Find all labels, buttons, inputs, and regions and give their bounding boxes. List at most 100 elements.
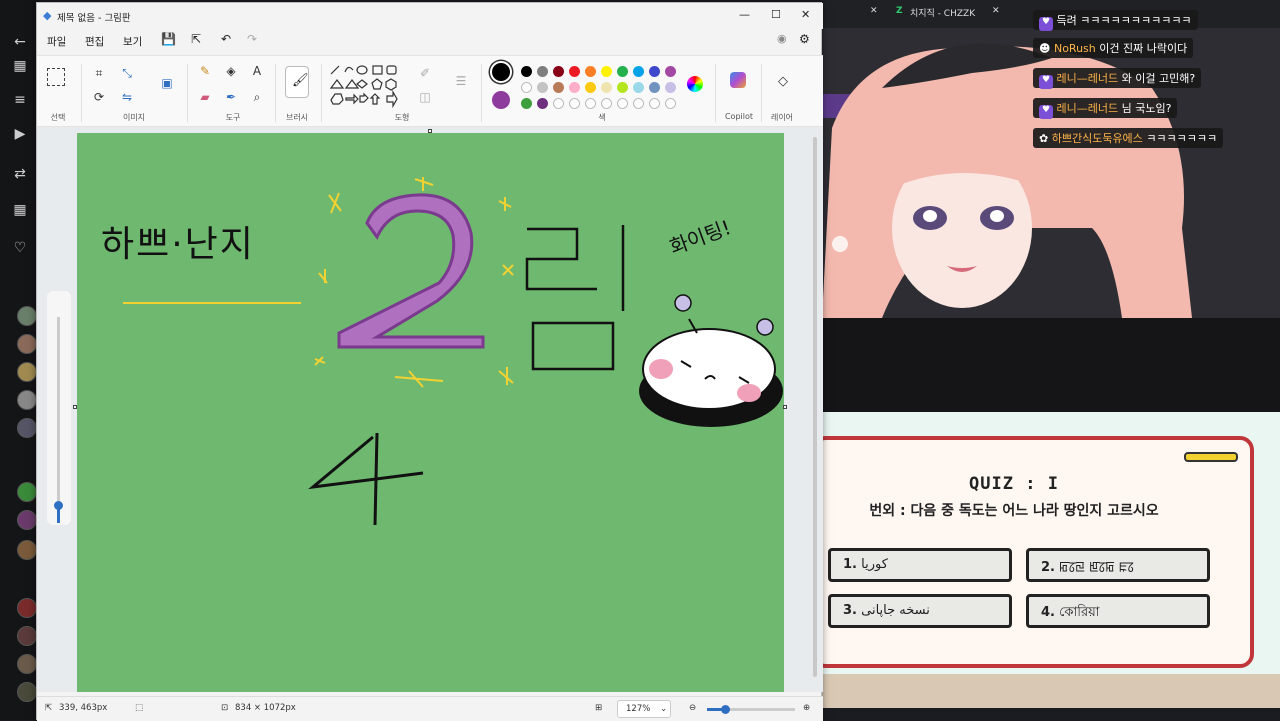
color-swatch[interactable] [553,66,564,77]
fit-to-window-icon[interactable]: ⊞ [595,703,602,713]
avatar[interactable] [17,390,37,410]
color-swatch[interactable] [585,82,596,93]
zoom-in-icon[interactable]: ⊕ [803,703,810,713]
menu-view[interactable]: 보기 [123,34,142,49]
color-swatch[interactable] [569,66,580,77]
avatar[interactable] [17,598,37,618]
tab-chzzk[interactable]: 치지직 - CHZZK [910,6,975,19]
settings-gear-icon[interactable]: ⚙ [799,32,810,46]
color-swatch[interactable] [537,66,548,77]
minimize-icon[interactable]: — [739,8,750,21]
shape-size-icon[interactable]: ☰ [453,74,469,88]
back-icon[interactable]: ← [8,34,32,50]
color-swatch[interactable] [569,82,580,93]
maximize-icon[interactable]: ☐ [771,8,781,21]
color-swatch[interactable] [537,98,548,109]
avatar[interactable] [17,540,37,560]
close-icon[interactable]: ✕ [801,8,810,21]
avatar[interactable] [17,334,37,354]
shape-fill-icon[interactable]: ◫ [417,90,433,104]
color-swatch[interactable] [521,82,532,93]
share-icon[interactable]: ⇱ [191,32,201,46]
undo-icon[interactable]: ↶ [221,32,231,46]
image-tools-icon[interactable]: ▣ [159,76,175,90]
magnifier-icon[interactable]: ⌕ [249,90,265,105]
drawing-canvas[interactable]: 하쁘·난지 화이팅! [77,133,784,692]
avatar[interactable] [17,654,37,674]
quiz-answer-2[interactable]: 2. ꡂꡞꡙ ꡁꡞꡂ ꡀꡞ [1026,548,1210,582]
quiz-answer-1[interactable]: 1. كوريا [828,548,1012,582]
secondary-color-swatch[interactable] [492,91,510,109]
resize-icon[interactable]: ⤡ [119,66,135,81]
color-swatch[interactable] [521,98,532,109]
resize-handle[interactable] [73,405,77,409]
brush-button[interactable]: 🖌 [285,66,309,98]
resize-handle[interactable] [783,405,787,409]
color-swatch[interactable] [601,98,612,109]
redo-icon[interactable]: ↷ [247,32,257,46]
zoom-dropdown[interactable]: 127% ⌄ [617,700,671,718]
primary-color-swatch[interactable] [490,61,512,83]
color-swatch[interactable] [649,66,660,77]
color-swatch[interactable] [649,82,660,93]
copilot-icon[interactable] [730,72,746,88]
tab-close-icon[interactable]: ✕ [870,6,878,16]
eraser-icon[interactable]: ▰ [197,90,213,104]
color-swatch[interactable] [537,82,548,93]
vertical-zoom-track[interactable] [57,317,60,517]
color-swatch[interactable] [569,98,580,109]
edit-colors-icon[interactable] [687,76,703,92]
color-swatch[interactable] [585,66,596,77]
avatar[interactable] [17,682,37,702]
menu-file[interactable]: 파일 [47,34,66,49]
resize-handle[interactable] [428,129,432,133]
follow-icon[interactable]: ♡ [8,240,32,256]
color-swatch[interactable] [665,98,676,109]
quiz-answer-4[interactable]: 4. কোরিয়া [1026,594,1210,628]
vertical-scrollbar[interactable] [813,137,817,677]
crop-icon[interactable]: ⌗ [91,66,107,81]
text-tool-icon[interactable]: A [249,64,265,78]
avatar[interactable] [17,362,37,382]
color-swatch[interactable] [601,82,612,93]
color-swatch[interactable] [633,82,644,93]
avatar[interactable] [17,626,37,646]
color-swatch[interactable] [633,66,644,77]
color-swatch[interactable] [649,98,660,109]
shuffle-icon[interactable]: ⇄ [8,166,32,182]
menu-icon[interactable]: ≡ [8,92,32,108]
flip-icon[interactable]: ⇋ [119,90,135,104]
pencil-icon[interactable]: ✎ [197,64,213,78]
vertical-zoom-thumb[interactable] [54,501,63,510]
avatar[interactable] [17,510,37,530]
color-swatch[interactable] [585,98,596,109]
select-tool-icon[interactable] [47,68,65,86]
color-swatch[interactable] [665,66,676,77]
save-icon[interactable]: 💾 [161,32,176,46]
apps-icon[interactable]: ▦ [8,58,32,74]
zoom-out-icon[interactable]: ⊖ [689,703,696,713]
color-swatch[interactable] [553,98,564,109]
account-icon[interactable]: ◉ [777,32,787,45]
avatar[interactable] [17,306,37,326]
color-swatch[interactable] [617,66,628,77]
quiz-answer-3[interactable]: 3. نسخه جاپانی [828,594,1012,628]
zoom-slider-thumb[interactable] [721,705,730,714]
color-swatch[interactable] [553,82,564,93]
color-swatch[interactable] [665,82,676,93]
outline-icon[interactable]: ✐ [417,66,433,80]
layers-icon[interactable]: ◇ [775,74,791,89]
fill-bucket-icon[interactable]: ◈ [223,64,239,78]
tab-close-icon[interactable]: ✕ [992,6,1000,16]
color-swatch[interactable] [617,98,628,109]
color-swatch[interactable] [633,98,644,109]
avatar[interactable] [17,418,37,438]
color-swatch[interactable] [617,82,628,93]
color-swatch[interactable] [601,66,612,77]
color-picker-icon[interactable]: ✒ [223,90,239,104]
avatar[interactable] [17,482,37,502]
color-swatch[interactable] [521,66,532,77]
shapes-gallery[interactable] [329,64,401,108]
rotate-icon[interactable]: ⟳ [91,90,107,104]
category-icon[interactable]: ▦ [8,202,32,218]
